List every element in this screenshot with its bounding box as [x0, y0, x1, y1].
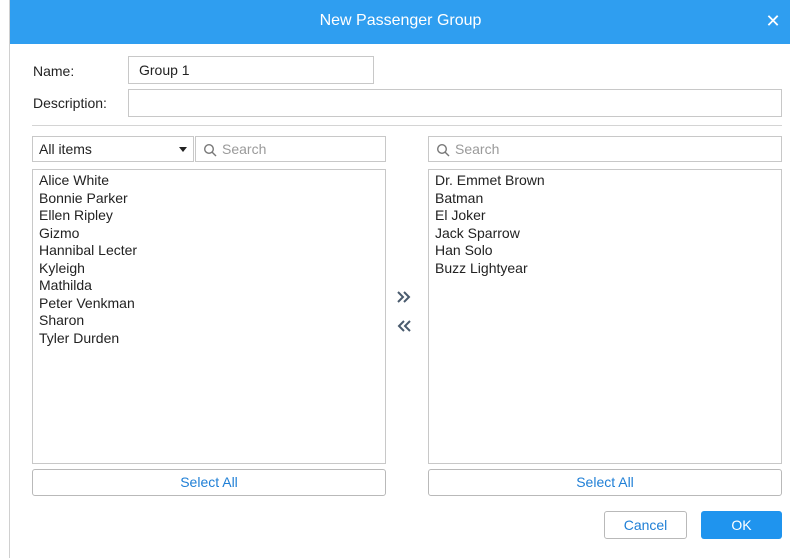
group-members-list[interactable]: Dr. Emmet Brown Batman El Joker Jack Sparro…: [428, 169, 782, 464]
name-input[interactable]: Group 1: [128, 56, 374, 84]
description-input[interactable]: [128, 89, 782, 117]
list-item[interactable]: El Joker: [435, 207, 775, 225]
left-search-placeholder: Search: [222, 141, 267, 157]
new-passenger-group-dialog: New Passenger Group ✕ Name: Group 1 Desc…: [9, 0, 790, 558]
list-item[interactable]: Peter Venkman: [39, 295, 379, 313]
list-item[interactable]: Mathilda: [39, 277, 379, 295]
double-chevron-left-icon[interactable]: [396, 318, 412, 334]
list-item[interactable]: Bonnie Parker: [39, 190, 379, 208]
filter-selected-value: All items: [39, 141, 92, 157]
list-item[interactable]: Sharon: [39, 312, 379, 330]
list-item[interactable]: Hannibal Lecter: [39, 242, 379, 260]
name-label: Name:: [33, 63, 75, 79]
list-item[interactable]: Han Solo: [435, 242, 775, 260]
list-item[interactable]: Alice White: [39, 172, 379, 190]
available-passengers-list[interactable]: Alice White Bonnie Parker Ellen Ripley Gizm…: [32, 169, 386, 464]
search-icon: [436, 143, 450, 157]
list-item[interactable]: Batman: [435, 190, 775, 208]
list-item[interactable]: Kyleigh: [39, 260, 379, 278]
search-icon: [203, 143, 217, 157]
right-select-all-button[interactable]: Select All: [428, 469, 782, 496]
list-item[interactable]: Buzz Lightyear: [435, 260, 775, 278]
right-search-input[interactable]: Search: [428, 136, 782, 162]
description-label: Description:: [33, 95, 107, 111]
list-item[interactable]: Dr. Emmet Brown: [435, 172, 775, 190]
dialog-title: New Passenger Group: [319, 12, 482, 29]
dialog-title-bar: New Passenger Group ✕: [10, 0, 790, 44]
left-select-all-button[interactable]: Select All: [32, 469, 386, 496]
double-chevron-right-icon[interactable]: [396, 289, 412, 305]
filter-dropdown[interactable]: All items: [32, 136, 194, 162]
cancel-button[interactable]: Cancel: [604, 511, 687, 539]
list-item[interactable]: Gizmo: [39, 225, 379, 243]
list-item[interactable]: Jack Sparrow: [435, 225, 775, 243]
divider: [32, 125, 782, 126]
list-item[interactable]: Tyler Durden: [39, 330, 379, 348]
chevron-down-icon: [179, 147, 187, 152]
right-search-placeholder: Search: [455, 141, 500, 157]
list-item[interactable]: Ellen Ripley: [39, 207, 379, 225]
ok-button[interactable]: OK: [701, 511, 782, 539]
close-icon[interactable]: ✕: [765, 12, 781, 30]
left-search-input[interactable]: Search: [195, 136, 386, 162]
